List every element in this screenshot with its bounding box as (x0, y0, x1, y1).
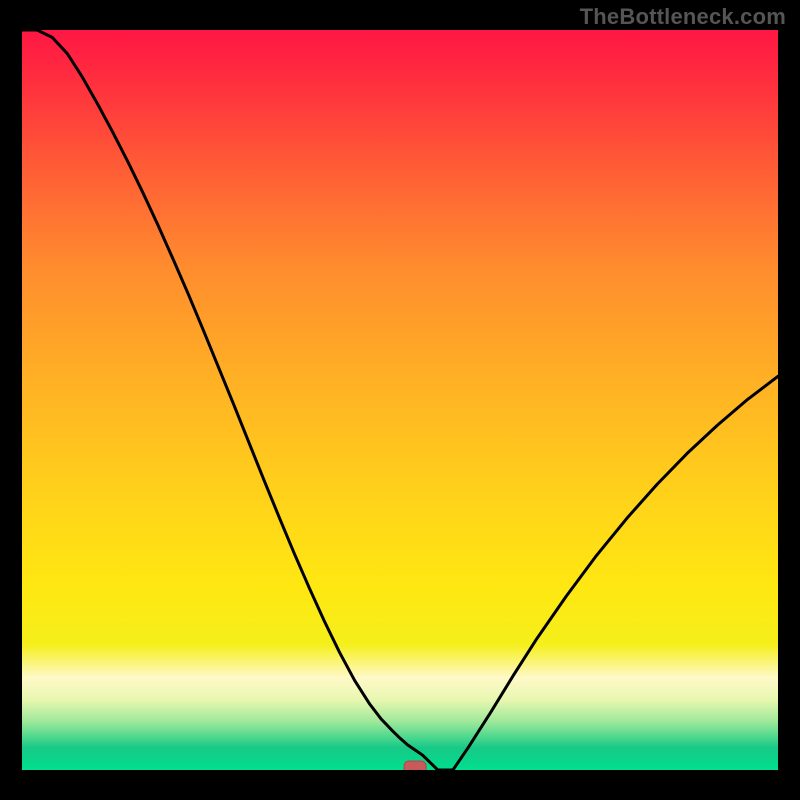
watermark-text: TheBottleneck.com (580, 4, 786, 30)
gradient-background (22, 30, 778, 770)
plot-area (22, 30, 778, 770)
optimal-marker (404, 761, 426, 770)
bottleneck-chart (22, 30, 778, 770)
chart-stage: TheBottleneck.com (0, 0, 800, 800)
